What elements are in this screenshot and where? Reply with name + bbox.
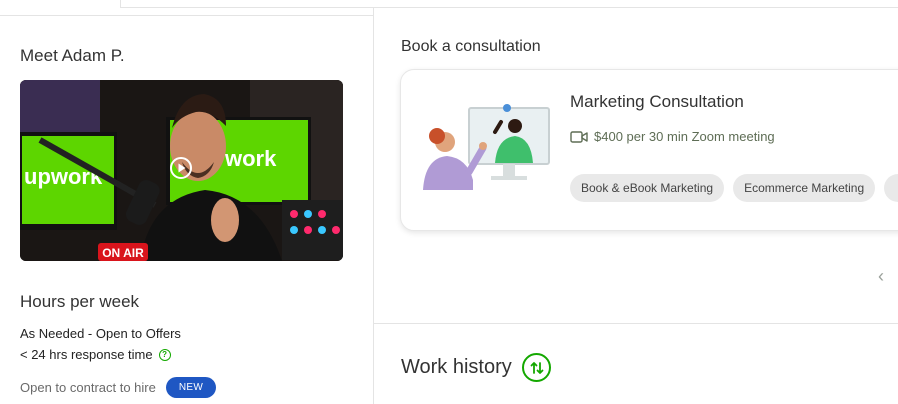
consultation-meta-text: $400 per 30 min Zoom meeting bbox=[594, 129, 775, 144]
top-border bbox=[120, 0, 898, 8]
play-icon[interactable] bbox=[170, 157, 192, 179]
response-time: < 24 hrs response time ? bbox=[20, 347, 171, 362]
left-column-divider bbox=[0, 15, 373, 16]
chevron-left-icon[interactable]: ‹ bbox=[878, 266, 884, 287]
sort-icon bbox=[530, 361, 543, 374]
contract-to-hire: Open to contract to hire NEW bbox=[20, 377, 217, 398]
consultation-card[interactable]: Marketing Consultation $400 per 30 min Z… bbox=[400, 69, 898, 231]
on-air-sign: ON AIR bbox=[102, 246, 144, 260]
section-divider bbox=[373, 323, 898, 324]
work-history-title: Work history bbox=[401, 356, 512, 378]
new-badge: NEW bbox=[165, 377, 217, 398]
availability-text: As Needed - Open to Offers bbox=[20, 326, 181, 341]
consultation-title[interactable]: Marketing Consultation bbox=[570, 92, 744, 112]
sort-button[interactable] bbox=[522, 353, 551, 382]
column-divider bbox=[373, 8, 374, 404]
skill-tag[interactable]: Ecommerce Marketing bbox=[733, 174, 876, 202]
question-icon[interactable]: ? bbox=[158, 348, 171, 361]
intro-video[interactable]: upwork work ON AIR bbox=[20, 80, 343, 261]
skill-tag-more[interactable] bbox=[884, 174, 898, 202]
video-brand-right: work bbox=[224, 146, 277, 171]
consultation-illustration bbox=[423, 104, 550, 190]
hours-title: Hours per week bbox=[20, 292, 140, 311]
profile-page: Meet Adam P. upwork work ON AIR Hours pe… bbox=[0, 0, 898, 404]
contract-text: Open to contract to hire bbox=[20, 380, 156, 395]
book-consultation-title: Book a consultation bbox=[401, 38, 541, 55]
meet-title: Meet Adam P. bbox=[20, 46, 125, 65]
video-camera-icon bbox=[570, 130, 588, 143]
consultation-meta: $400 per 30 min Zoom meeting bbox=[570, 129, 775, 144]
response-time-text: < 24 hrs response time bbox=[20, 347, 153, 362]
consultation-tags: Book & eBook Marketing Ecommerce Marketi… bbox=[570, 174, 898, 202]
skill-tag[interactable]: Book & eBook Marketing bbox=[570, 174, 725, 202]
